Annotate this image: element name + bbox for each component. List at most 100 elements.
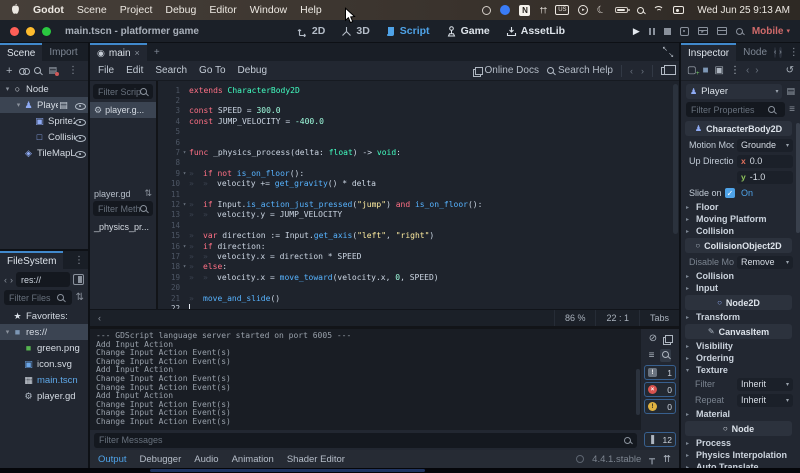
edit-prev-object-icon[interactable]: ‹ — [746, 65, 749, 76]
visibility-eye-icon[interactable] — [75, 117, 85, 126]
repeat-dropdown[interactable]: Inherit▾ — [737, 394, 793, 407]
pause-button[interactable] — [649, 28, 655, 35]
filter-messages-input[interactable] — [94, 433, 637, 448]
code-line-21[interactable]: 21»move_and_slide() — [158, 293, 679, 303]
save-resource-icon[interactable]: ▣ — [715, 65, 724, 76]
bottom-tab-audio[interactable]: Audio — [194, 454, 218, 465]
code-line-17[interactable]: 17»»velocity.x = direction * SPEED — [158, 251, 679, 261]
stop-button[interactable] — [664, 28, 671, 35]
code-line-10[interactable]: 10»»velocity += get_gravity() * delta — [158, 179, 679, 189]
script-tab-main[interactable]: ◉ main × — [90, 43, 147, 61]
script-history-forward-icon[interactable]: › — [641, 66, 644, 76]
code-line-15[interactable]: 15»var direction := Input.get_axis("left… — [158, 230, 679, 240]
section-floor[interactable]: ▸Floor — [681, 201, 796, 213]
code-line-5[interactable]: 5 — [158, 127, 679, 137]
inspector-dock-menu-icon[interactable]: ⋮ — [785, 43, 800, 61]
menu-script-debug[interactable]: Debug — [238, 65, 267, 76]
online-docs-button[interactable]: Online Docs — [473, 65, 539, 76]
record-status-icon[interactable] — [482, 6, 491, 15]
section-physics-interpolation[interactable]: ▸Physics Interpolation — [681, 449, 796, 461]
section-transform[interactable]: ▸Transform — [681, 311, 796, 323]
bottom-tab-output[interactable]: Output — [98, 454, 127, 465]
scene-tree-item-node[interactable]: ▾○Node — [0, 81, 88, 97]
open-docs-button[interactable]: ▤ — [786, 86, 795, 97]
tab-node[interactable]: Node — [736, 43, 774, 61]
scene-tree-item-tilemaplay[interactable]: ◈TileMapLay — [0, 145, 88, 161]
scene-tree-item-sprite2d[interactable]: ▣Sprite2D — [0, 113, 88, 129]
people-app-icon[interactable]: †† — [539, 6, 546, 15]
lines-counter[interactable]: ❚ 12 — [644, 432, 676, 447]
fold-icon[interactable]: ▾ — [180, 263, 189, 270]
code-line-22[interactable]: 22 — [158, 303, 679, 309]
code-line-12[interactable]: 12▾»if Input.is_action_just_pressed("jum… — [158, 199, 679, 209]
script-icon[interactable]: ▤ — [58, 100, 69, 111]
inspector-scrollbar[interactable] — [796, 123, 800, 233]
code-line-2[interactable]: 2 — [158, 95, 679, 105]
code-line-8[interactable]: 8 — [158, 158, 679, 168]
tab-filesystem[interactable]: FileSystem — [0, 251, 63, 269]
tab-inspector[interactable]: Inspector — [681, 43, 736, 61]
mode-3d-button[interactable]: 3D — [341, 25, 369, 37]
section-collision[interactable]: ▸Collision — [681, 270, 796, 282]
filesystem-dock-menu-icon[interactable]: ⋮ — [70, 251, 88, 269]
history-back-icon[interactable]: ‹ — [4, 275, 7, 285]
inspector-next-icon[interactable]: › — [779, 47, 781, 58]
visibility-eye-icon[interactable] — [75, 133, 85, 142]
code-line-9[interactable]: 9▾»if not is_on_floor(): — [158, 168, 679, 178]
code-line-1[interactable]: 1extends CharacterBody2D — [158, 85, 679, 95]
menu-godot[interactable]: Godot — [33, 4, 64, 16]
menu-debug[interactable]: Debug — [165, 4, 196, 16]
warnings-filter-toggle[interactable]: ! 0 — [644, 399, 676, 414]
remote-debug-button[interactable] — [680, 27, 689, 36]
notion-icon[interactable]: N — [519, 5, 530, 16]
fold-icon[interactable]: ▾ — [180, 170, 189, 177]
code-line-18[interactable]: 18▾»else: — [158, 262, 679, 272]
errors-filter-toggle[interactable]: × 0 — [644, 382, 676, 397]
play-scene-button[interactable] — [698, 27, 708, 35]
sort-files-icon[interactable]: ⇅ — [76, 292, 84, 303]
menubar-clock[interactable]: Wed Jun 25 9:13 AM — [697, 5, 790, 16]
fs-item-main-tscn[interactable]: ▦main.tscn — [0, 372, 88, 388]
object-history-icon[interactable]: ↺ — [786, 65, 794, 76]
code-line-6[interactable]: 6 — [158, 137, 679, 147]
fold-icon[interactable]: ▾ — [180, 201, 189, 208]
menu-edit[interactable]: Edit — [126, 65, 143, 76]
section-auto-translate[interactable]: ▸Auto Translate — [681, 461, 796, 468]
expand-editor-icon[interactable] — [663, 47, 673, 57]
play-custom-scene-button[interactable] — [717, 27, 727, 35]
section-collision[interactable]: ▸Collision — [681, 225, 796, 237]
add-node-button[interactable]: + — [6, 65, 12, 77]
motion-mod-dropdown[interactable]: Grounde▾ — [737, 139, 793, 152]
clear-output-icon[interactable]: ⊘ — [649, 333, 657, 344]
menu-file[interactable]: File — [98, 65, 114, 76]
visibility-eye-icon[interactable] — [75, 101, 85, 110]
code-line-20[interactable]: 20 — [158, 282, 679, 292]
scene-tree-item-collisions[interactable]: □CollisionS — [0, 129, 88, 145]
scene-search-icon[interactable] — [34, 67, 41, 74]
zoom-level[interactable]: 86 % — [554, 310, 596, 326]
output-search-icon[interactable] — [660, 349, 671, 362]
float-panel-icon[interactable] — [661, 67, 671, 75]
play-circle-icon[interactable]: ▸ — [578, 5, 588, 15]
code-line-14[interactable]: 14 — [158, 220, 679, 230]
code-line-11[interactable]: 11 — [158, 189, 679, 199]
code-line-4[interactable]: 4const JUMP_VELOCITY = -400.0 — [158, 116, 679, 126]
visibility-eye-icon[interactable] — [75, 149, 85, 158]
zoom-window-button[interactable] — [42, 27, 51, 36]
menu-help[interactable]: Help — [300, 4, 322, 16]
attach-script-icon[interactable]: ▤ — [48, 65, 57, 76]
new-tab-button[interactable]: + — [147, 43, 167, 61]
vector-x-field[interactable]: x0.0 — [737, 155, 793, 168]
edited-object-dropdown[interactable]: ♟ Player ▾ — [686, 84, 782, 99]
messages-filter-toggle[interactable]: ! 1 — [644, 365, 676, 380]
history-forward-icon[interactable]: › — [10, 275, 13, 285]
mode-2d-button[interactable]: 2D — [297, 25, 325, 37]
fs-item-green-png[interactable]: ■green.png — [0, 340, 88, 356]
instantiate-scene-icon[interactable] — [19, 67, 27, 75]
indent-type[interactable]: Tabs — [639, 310, 679, 326]
scene-extra-menu-icon[interactable]: ⋮ — [64, 65, 82, 76]
section-ordering[interactable]: ▸Ordering — [681, 352, 796, 364]
section-input[interactable]: ▸Input — [681, 282, 796, 294]
breadcrumb-collapse-icon[interactable]: ‹ — [90, 313, 109, 323]
code-line-7[interactable]: 7↪▾func _physics_process(delta: float) -… — [158, 147, 679, 157]
